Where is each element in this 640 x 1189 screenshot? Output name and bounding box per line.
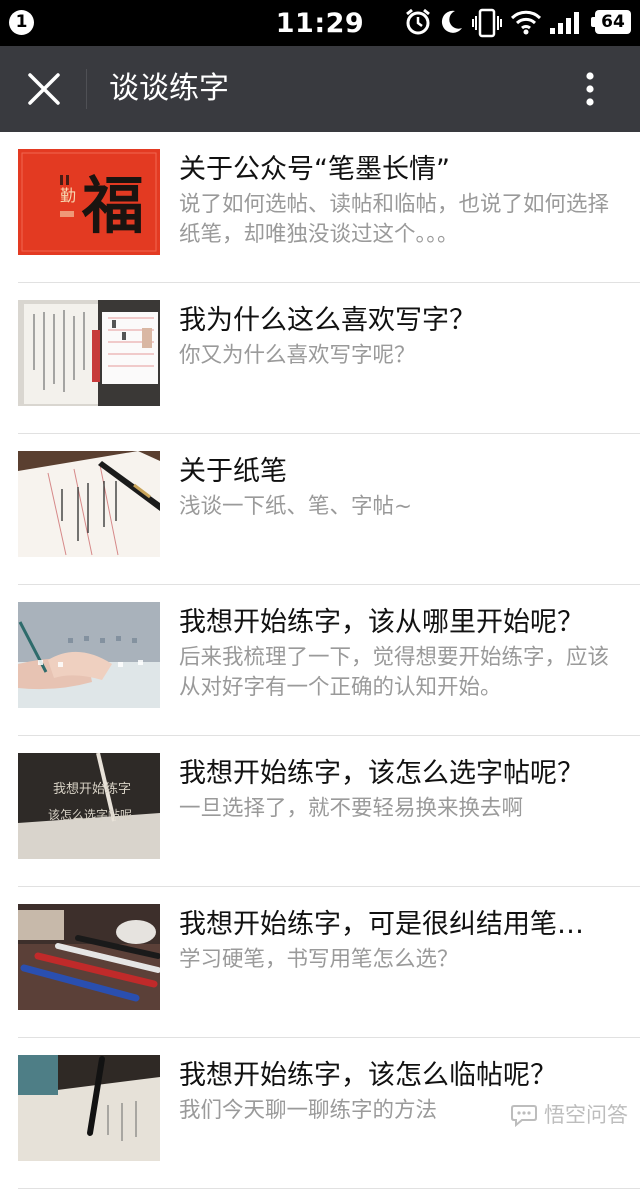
article-title: 关于纸笔 bbox=[179, 456, 287, 487]
vibrate-icon bbox=[472, 8, 502, 38]
article-title: 我想开始练字，该怎么临帖呢？ bbox=[179, 1060, 557, 1091]
article-title: 关于公众号“笔墨长情” bbox=[179, 154, 450, 185]
battery-icon: 64 bbox=[591, 10, 631, 34]
article-thumbnail bbox=[18, 451, 160, 557]
calligraphy-side-char: 勤 bbox=[60, 186, 76, 205]
list-item[interactable]: 我想开始练字，可是很纠结用笔… 学习硬笔，书写用笔怎么选？ bbox=[0, 887, 640, 1038]
list-item[interactable]: 关于纸笔 浅谈一下纸、笔、字帖~ bbox=[0, 434, 640, 585]
list-item[interactable]: 我想开始练字，该从哪里开始呢？ 后来我梳理了一下，觉得想要开始练字，应该从对好字… bbox=[0, 585, 640, 736]
article-desc: 学习硬笔，书写用笔怎么选？ bbox=[179, 947, 459, 972]
calligraphy-main-char: 福 bbox=[81, 169, 144, 242]
list-item[interactable]: 我为什么这么喜欢写字？ 你又为什么喜欢写字呢？ bbox=[0, 283, 640, 434]
article-title: 我为什么这么喜欢写字？ bbox=[179, 305, 476, 336]
moon-icon bbox=[441, 10, 462, 33]
article-title: 我想开始练字，该怎么选字帖呢？ bbox=[179, 758, 584, 789]
status-time: 11:29 bbox=[275, 8, 365, 39]
watermark-text: 悟空问答 bbox=[544, 1103, 628, 1127]
nav-bar: 谈谈练字 bbox=[0, 46, 640, 132]
article-title: 我想开始练字，可是很纠结用笔… bbox=[179, 909, 584, 940]
list-item[interactable]: 福 勤 关于公众号“笔墨长情” 说了如何选帖、读帖和临帖，也说了如何选择纸笔，却… bbox=[0, 132, 640, 283]
nav-divider bbox=[86, 69, 87, 109]
article-title: 我想开始练字，该从哪里开始呢？ bbox=[179, 607, 584, 638]
article-thumbnail bbox=[18, 300, 160, 406]
page-title: 谈谈练字 bbox=[109, 71, 229, 106]
article-desc: 你又为什么喜欢写字呢？ bbox=[179, 343, 416, 368]
article-thumbnail: 福 勤 bbox=[18, 149, 160, 255]
status-bar: 1 11:29 64 bbox=[0, 0, 640, 46]
article-thumbnail bbox=[18, 904, 160, 1010]
article-desc: 说了如何选帖、读帖和临帖，也说了如何选择纸笔，却唯独没谈过这个。。。 bbox=[179, 192, 610, 247]
wifi-icon bbox=[510, 10, 542, 35]
thumbnail-caption-line1: 我想开始练字 bbox=[53, 781, 131, 797]
article-list: 福 勤 关于公众号“笔墨长情” 说了如何选帖、读帖和临帖，也说了如何选择纸笔，却… bbox=[0, 132, 640, 1189]
article-thumbnail: 我想开始练字 该怎么选字帖呢 bbox=[18, 753, 160, 859]
more-vertical-icon[interactable] bbox=[574, 67, 606, 111]
close-icon[interactable] bbox=[22, 67, 66, 111]
list-item[interactable]: 我想开始练字 该怎么选字帖呢 我想开始练字，该怎么选字帖呢？ 一旦选择了，就不要… bbox=[0, 736, 640, 887]
article-thumbnail bbox=[18, 602, 160, 708]
article-desc: 一旦选择了，就不要轻易换来换去啊 bbox=[179, 796, 524, 821]
article-desc: 浅谈一下纸、笔、字帖~ bbox=[179, 494, 413, 519]
alarm-icon bbox=[406, 8, 430, 35]
thumbnail-caption-line2: 该怎么选字帖呢 bbox=[48, 807, 132, 822]
article-thumbnail bbox=[18, 1055, 160, 1161]
signal-icon bbox=[550, 12, 579, 34]
speech-bubble-icon bbox=[511, 1105, 537, 1127]
article-desc: 后来我梳理了一下，觉得想要开始练字，应该从对好字有一个正确的认知开始。 bbox=[179, 645, 610, 700]
